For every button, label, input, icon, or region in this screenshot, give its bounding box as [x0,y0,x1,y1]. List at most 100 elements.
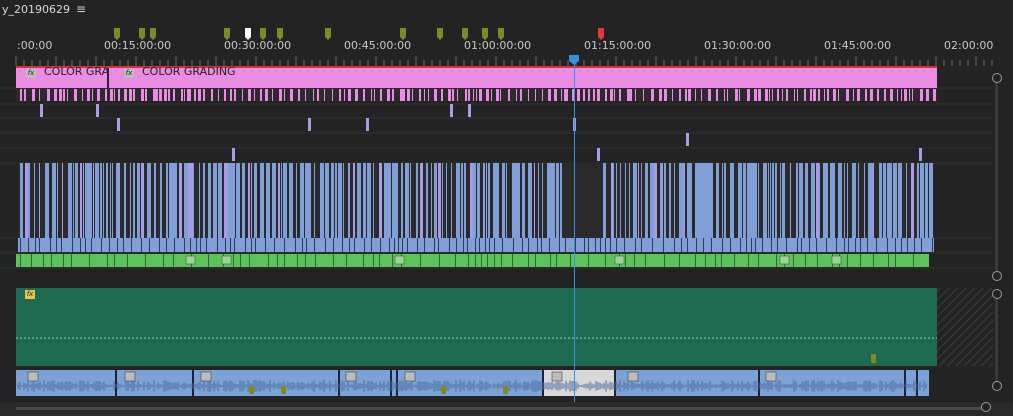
clip-edge [550,254,551,267]
video-clip-sliver [59,89,62,101]
video-clip-sliver [733,163,734,238]
clip-edge [475,238,476,252]
audio-clips-canvas[interactable] [0,286,993,400]
video-clip-sliver [749,163,753,238]
video-clip-sliver [456,163,460,238]
video-tracks[interactable]: fx COLOR GRA fx COLOR GRADING [0,65,993,280]
video-clip-sliver [400,89,403,101]
video-clip-sliver [825,163,828,238]
video-clip-sliver [181,89,183,101]
clip-edge [56,238,57,252]
video-clip-sliver [827,89,829,101]
timeline-marker-icon[interactable] [462,28,468,40]
audio-vertical-scrollbar[interactable] [995,294,998,386]
clip-edge [225,238,226,252]
clip-marker-icon [871,354,876,363]
clip-edge [848,238,849,252]
video-clip-sliver [296,163,297,238]
video-clip-sliver [797,89,798,101]
video-clip-sliver [193,163,194,238]
video-clip-sliver [542,89,543,101]
video-clip-sliver [818,89,820,101]
video-clip-sliver [698,163,700,238]
video-clip-sliver [756,163,757,238]
clip-edge [549,238,550,252]
video-clip-sliver [154,163,156,238]
clip-label-color-grading-1: COLOR GRA [44,65,110,78]
timecode-label: 01:45:00:00 [824,39,892,52]
timeline-marker-icon[interactable] [224,28,230,40]
scroll-handle-icon[interactable] [981,402,991,412]
clip-edge [528,238,529,252]
sequence-tab[interactable]: y_20190629 ≡ [0,0,1013,22]
clip-edge [107,254,108,267]
clip-edge [501,254,502,267]
clip-edge [537,238,538,252]
timeline-marker-icon[interactable] [598,28,604,40]
clip-edge [901,238,902,252]
audio-tracks[interactable]: fx [0,286,993,400]
horizontal-scroll-thumb[interactable] [16,407,986,410]
video-vertical-scrollbar[interactable] [995,78,998,276]
timeline-marker-icon[interactable] [245,28,251,40]
video-clip-sliver [528,163,532,238]
video-clip-sliver [468,89,470,101]
clip-edge [681,238,682,252]
clip-edge [494,238,495,252]
video-clip-sliver [441,89,443,101]
video-clip-sliver [63,89,65,101]
timecode-label: 01:00:00:00 [464,39,532,52]
video-clip-sliver [164,89,167,101]
video-clip-sliver [461,163,463,238]
scroll-handle-icon[interactable] [992,289,1002,299]
video-clip-sliver [279,89,282,101]
clip-edge [91,238,92,252]
video-clip-sliver [554,89,557,101]
scroll-handle-icon[interactable] [992,73,1002,83]
video-clip-sliver [769,89,770,101]
timeline-marker-icon[interactable] [482,28,488,40]
playhead-line[interactable] [574,60,575,402]
timeline-marker-icon[interactable] [260,28,266,40]
clip-edge [277,254,278,267]
timeline-marker-icon[interactable] [400,28,406,40]
video-clip-sliver [357,163,361,238]
timeline-marker-icon[interactable] [150,28,156,40]
video-clips-canvas[interactable] [0,68,993,280]
scroll-handle-icon[interactable] [992,381,1002,391]
clip-edge [392,254,393,267]
scroll-handle-icon[interactable] [992,271,1002,281]
clip-edge [528,254,529,267]
video-clip-sliver [184,89,185,101]
fx-badge-icon [394,255,405,265]
horizontal-scrollbar[interactable] [0,402,1013,416]
video-clip-sliver [768,163,769,238]
timeline-marker-icon[interactable] [139,28,145,40]
video-clip-sliver [141,89,144,101]
video-clip-sliver [130,163,131,238]
video-clip-sliver [74,89,77,101]
clip-edge [149,238,150,252]
hamburger-icon[interactable]: ≡ [76,2,86,16]
timeline-marker-icon[interactable] [114,28,120,40]
marker-row[interactable] [0,22,1013,40]
video-clip-sliver [331,163,334,238]
clip-edge [730,238,731,252]
clip-edge [479,238,480,252]
video-clip-sliver [110,163,111,238]
timeline-marker-icon[interactable] [437,28,443,40]
video-clip-sliver [912,89,913,101]
clip-edge [855,238,856,252]
clip-edge [379,254,380,267]
clip-edge [494,254,495,267]
time-ruler[interactable]: :00:00 00:15:00:00 00:30:00:00 00:45:00:00 0… [0,38,1013,68]
timeline-marker-icon[interactable] [498,28,504,40]
clip-edge [314,238,315,252]
video-clip-sliver [794,89,795,101]
timeline-marker-icon[interactable] [325,28,331,40]
timeline-marker-icon[interactable] [277,28,283,40]
fx-badge-icon [551,371,563,382]
video-clip-sliver [153,89,156,101]
video-clip-sliver [512,163,516,238]
clip-edge [588,254,589,267]
